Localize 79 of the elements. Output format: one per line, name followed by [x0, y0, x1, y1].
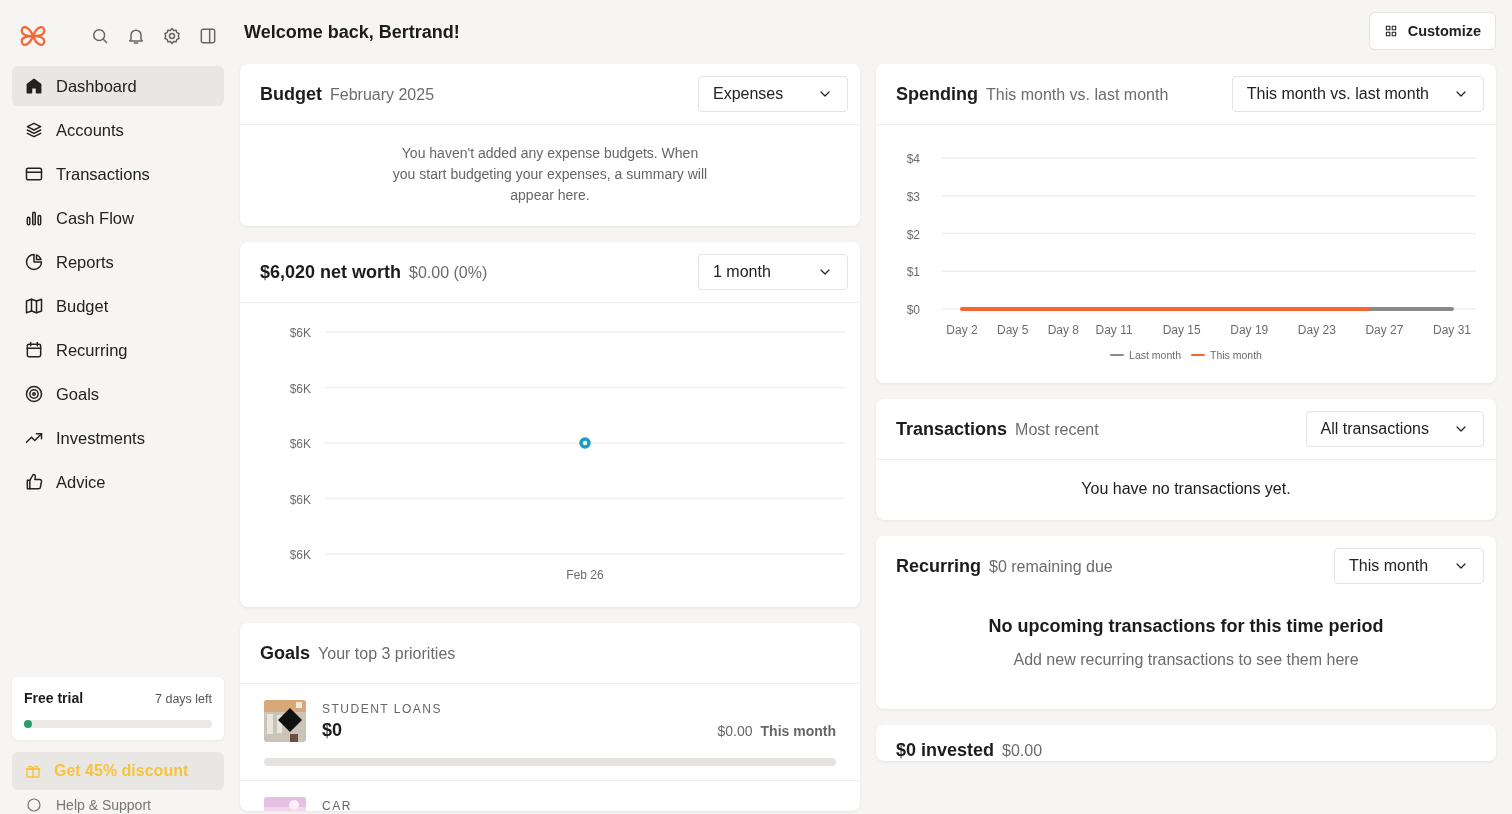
axis-label: Feb 26 — [566, 568, 604, 582]
card-subtitle: February 2025 — [330, 85, 435, 104]
nav-item[interactable]: Investments — [12, 418, 224, 458]
dropdown[interactable]: This month — [1334, 548, 1484, 584]
card-subtitle: $0.00 — [1002, 742, 1043, 760]
axis-label: $6K — [289, 326, 311, 340]
axis-label: $6K — [289, 548, 311, 562]
map-icon — [24, 296, 44, 316]
axis-label: $3 — [906, 189, 920, 204]
card-title: Transactions — [896, 418, 1008, 440]
dropdown[interactable]: This month vs. last month — [1231, 76, 1484, 112]
bar-chart-icon — [24, 208, 44, 228]
axis-label: Day 27 — [1365, 323, 1404, 337]
empty-message: You have no transactions yet. — [1080, 479, 1292, 499]
card-title: $6,020 net worth — [260, 261, 402, 283]
trial-title: Free trial — [24, 690, 84, 706]
axis-label: Day 11 — [1095, 323, 1133, 337]
card-title: Budget — [260, 83, 322, 105]
welcome-heading: Welcome back, Bertrand! — [244, 21, 460, 43]
axis-label: Day 19 — [1230, 323, 1269, 337]
nav-item[interactable]: Goals — [12, 374, 224, 414]
target-icon — [24, 384, 44, 404]
card-subtitle: This month vs. last month — [986, 85, 1169, 104]
axis-label: Day 15 — [1162, 323, 1201, 337]
axis-label: $1 — [906, 265, 920, 280]
pie-chart-icon — [24, 252, 44, 272]
card-subtitle: Your top 3 priorities — [318, 644, 456, 663]
axis-label: $6K — [289, 492, 311, 507]
goal-name: STUDENT LOANS — [322, 702, 443, 716]
nav-item[interactable]: Budget — [12, 286, 224, 326]
credit-card-icon — [24, 164, 44, 184]
empty-message: Add new recurring transactions to see them here — [1013, 651, 1359, 669]
card-subtitle: $0.00 (0%) — [409, 263, 488, 282]
axis-label: Day 8 — [1047, 323, 1080, 337]
legend-item: Last month — [1110, 349, 1181, 361]
legend-item: This month — [1191, 349, 1262, 361]
axis-label: Day 2 — [946, 323, 978, 337]
dropdown[interactable]: All transactions — [1305, 411, 1484, 447]
nav-item[interactable]: Cash Flow — [12, 198, 224, 238]
customize-button[interactable]: Customize — [1368, 12, 1496, 50]
nav-item[interactable]: Advice — [12, 462, 224, 502]
card-title: Recurring — [896, 555, 982, 577]
nav-item[interactable]: Accounts — [12, 110, 224, 150]
nav-item[interactable]: Dashboard — [12, 66, 224, 106]
monthly-amount: $0.00 — [717, 723, 753, 739]
calendar-icon — [24, 340, 44, 360]
axis-label: $4 — [906, 152, 920, 166]
axis-label: Day 5 — [997, 323, 1029, 337]
home-icon — [24, 76, 44, 96]
axis-label: $0 — [906, 303, 920, 317]
settings-icon[interactable] — [162, 26, 182, 46]
grid-icon — [1383, 24, 1398, 38]
nav-item[interactable]: Recurring — [12, 330, 224, 370]
nav-item[interactable]: Transactions — [12, 154, 224, 194]
empty-message: You haven't added any expense budgets. When you start budgeting your expenses, a summary will appear here. — [391, 144, 709, 205]
empty-title: No upcoming transactions for this time period — [988, 616, 1384, 637]
days-left: 7 days left — [155, 692, 212, 706]
axis-label: Day 31 — [1433, 323, 1471, 337]
goal-amount: $0 — [322, 720, 343, 741]
axis-label: $6K — [289, 437, 311, 451]
axis-label: Day 23 — [1297, 323, 1336, 337]
layers-icon — [24, 120, 44, 140]
dropdown[interactable]: Expenses — [698, 76, 848, 112]
sidebar-toggle-icon[interactable] — [198, 26, 218, 46]
help-link[interactable]: Help & Support — [12, 796, 224, 814]
goal-name: CAR — [322, 799, 353, 811]
card-title: Goals — [260, 642, 311, 664]
card-subtitle: $0 remaining due — [989, 557, 1113, 576]
card-title: $0 invested — [896, 740, 995, 761]
nav-item[interactable]: Reports — [12, 242, 224, 282]
search-icon[interactable] — [90, 26, 110, 46]
period-label: This month — [760, 723, 836, 739]
thumbs-up-icon — [24, 472, 44, 492]
card-subtitle: Most recent — [1015, 420, 1099, 439]
card-title: Spending — [896, 83, 978, 105]
dropdown[interactable]: 1 month — [698, 254, 848, 290]
data-point — [579, 437, 591, 449]
axis-label: $6K — [289, 381, 311, 396]
axis-label: $2 — [906, 227, 920, 242]
